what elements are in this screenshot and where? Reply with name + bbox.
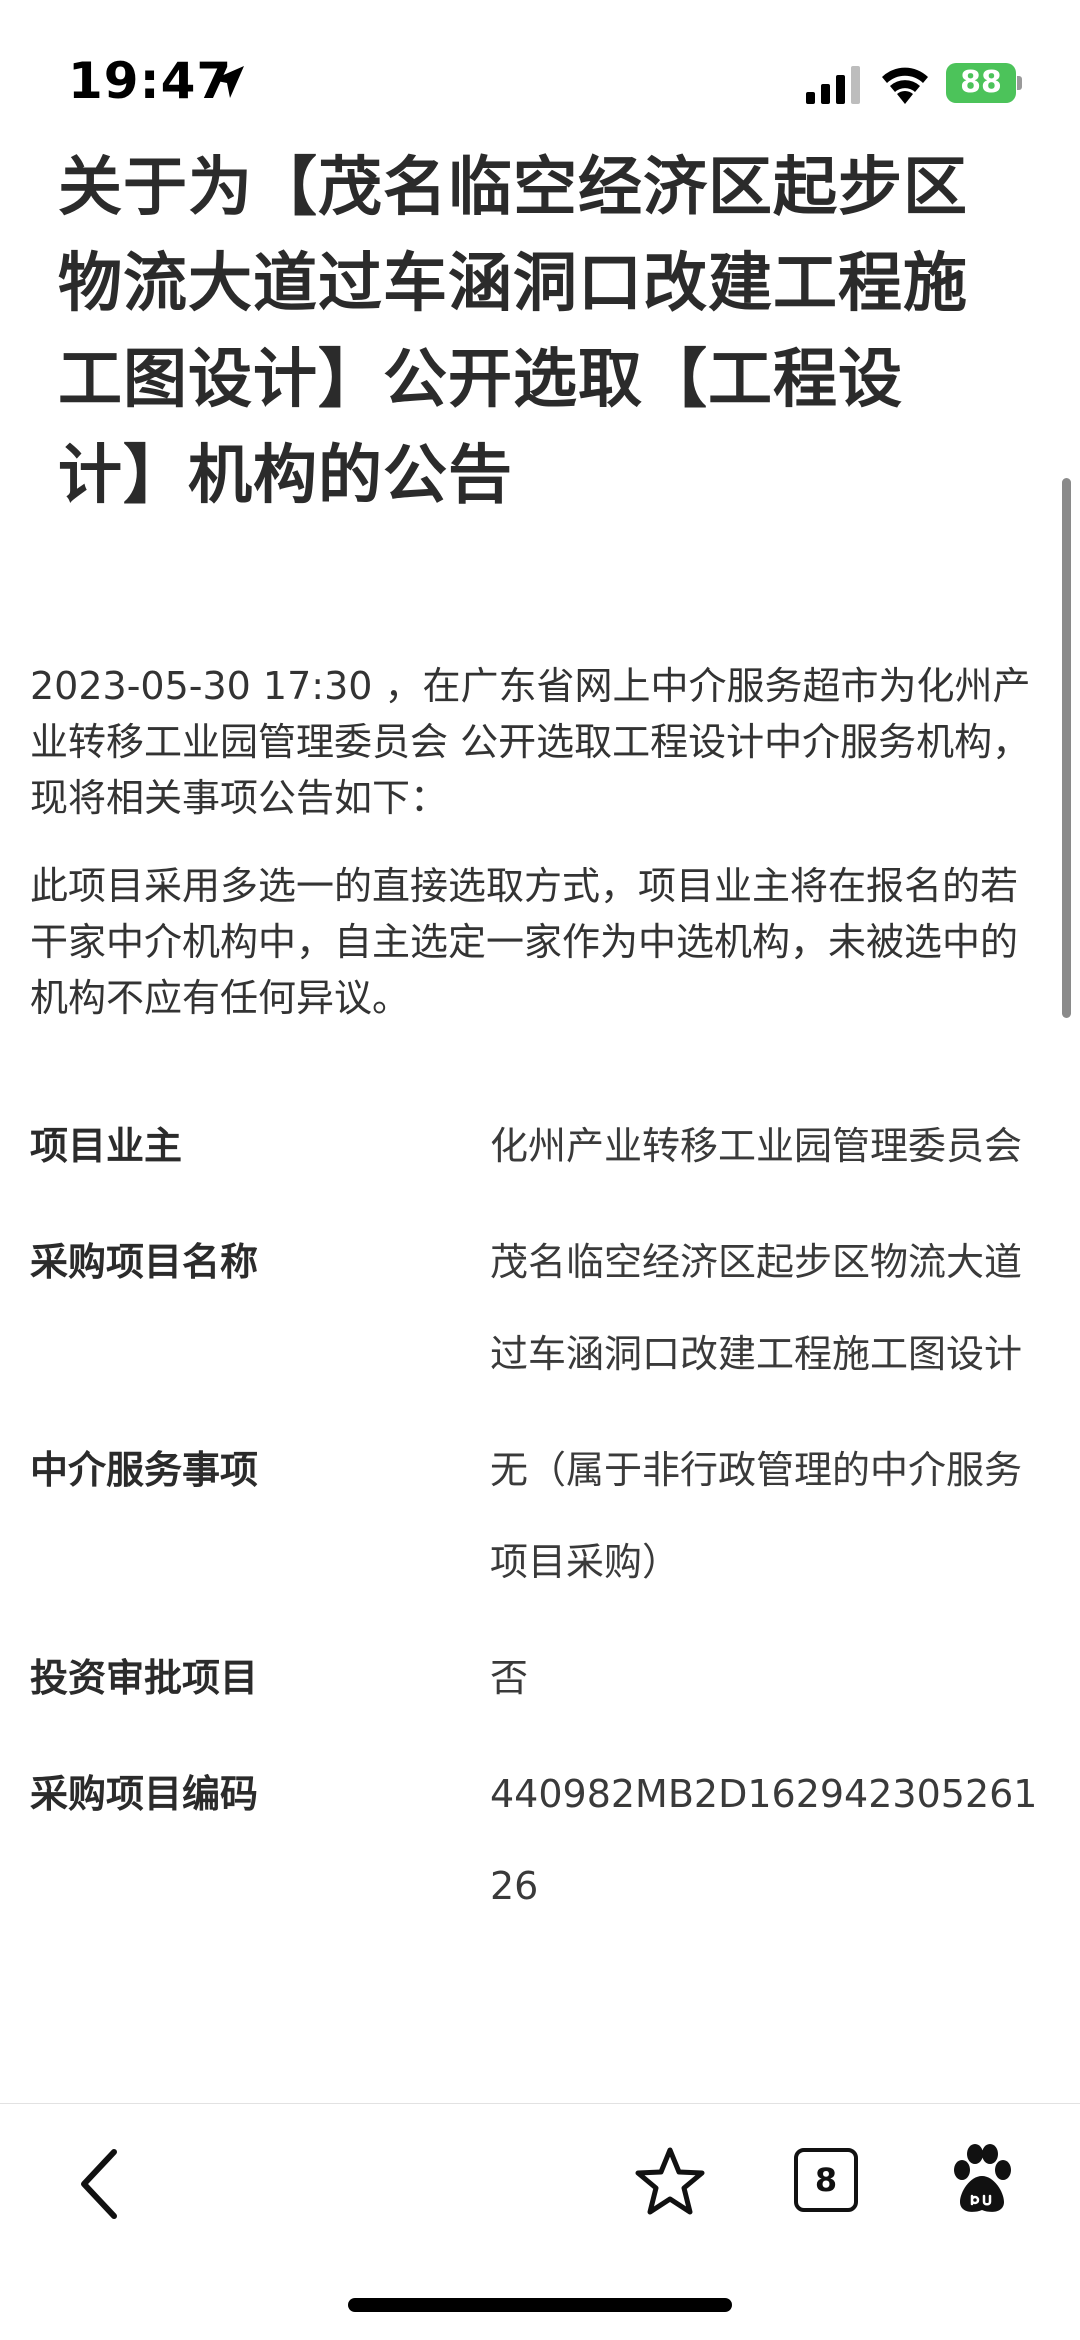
info-row-project-name: 采购项目名称 茂名临空经济区起步区物流大道过车涵洞口改建工程施工图设计 (30, 1216, 1050, 1400)
tabs-button[interactable]: 8 (794, 2148, 858, 2212)
wifi-icon (882, 67, 928, 104)
page-title: 关于为【茂名临空经济区起步区物流大道过车涵洞口改建工程施工图设计】公开选取【工程… (58, 151, 968, 513)
info-label: 采购项目编码 (30, 1772, 259, 1816)
info-value: 无（属于非行政管理的中介服务项目采购） (490, 1448, 1023, 1584)
info-row-service-item: 中介服务事项 无（属于非行政管理的中介服务项目采购） (30, 1424, 1050, 1608)
info-value: 茂名临空经济区起步区物流大道过车涵洞口改建工程施工图设计 (490, 1240, 1023, 1376)
battery-level: 88 (960, 65, 1002, 100)
battery-indicator: 88 (946, 63, 1022, 103)
info-value: 否 (490, 1656, 529, 1700)
intro-paragraph: 2023-05-30 17:30 ，在广东省网上中介服务超市为化州产业转移工业园… (30, 664, 1031, 820)
info-label: 中介服务事项 (30, 1448, 259, 1492)
battery-cap (1017, 76, 1022, 90)
info-row-investment-approval: 投资审批项目 否 (30, 1632, 1050, 1724)
status-bar: 19:47 88 (0, 0, 1080, 150)
info-value: 440982MB2D16294230526126 (490, 1772, 1038, 1908)
location-arrow-icon (212, 66, 244, 98)
baidu-paw-icon[interactable] (950, 2144, 1014, 2216)
method-paragraph: 此项目采用多选一的直接选取方式，项目业主将在报名的若干家中介机构中，自主选定一家… (30, 864, 1019, 1020)
favorite-star-icon[interactable] (632, 2144, 708, 2220)
info-label: 采购项目名称 (30, 1240, 259, 1284)
info-label: 投资审批项目 (30, 1656, 259, 1700)
info-row-owner: 项目业主 化州产业转移工业园管理委员会 (30, 1100, 1050, 1192)
info-table: 项目业主 化州产业转移工业园管理委员会 采购项目名称 茂名临空经济区起步区物流大… (30, 1100, 1050, 1956)
info-value: 化州产业转移工业园管理委员会 (490, 1124, 1023, 1168)
info-row-project-code: 采购项目编码 440982MB2D16294230526126 (30, 1748, 1050, 1932)
home-indicator[interactable] (348, 2298, 732, 2312)
scroll-indicator[interactable] (1062, 478, 1071, 1018)
back-button[interactable] (70, 2144, 130, 2224)
cellular-signal-icon (806, 66, 860, 104)
info-label: 项目业主 (30, 1124, 183, 1168)
